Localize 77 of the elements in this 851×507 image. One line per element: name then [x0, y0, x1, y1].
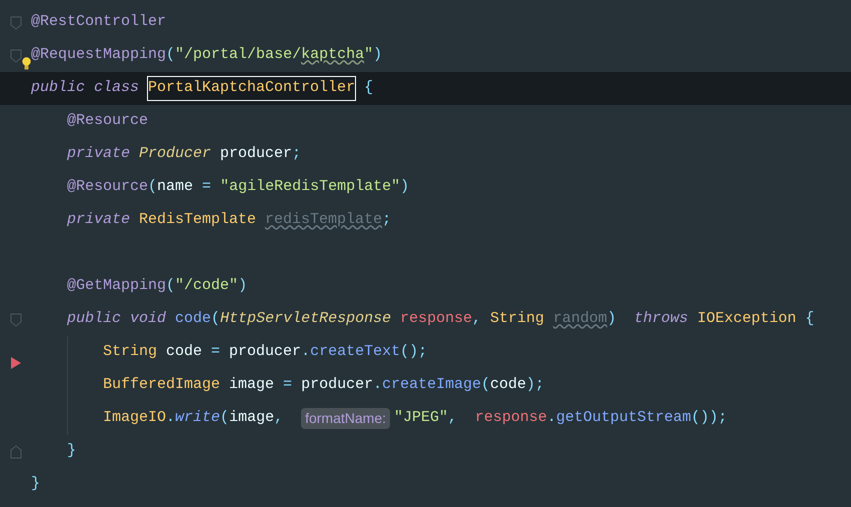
identifier-text: image [229, 408, 274, 428]
keyword-text: public void [67, 309, 168, 330]
punctuation-text: = [283, 375, 294, 396]
punctuation-text: ) [373, 45, 382, 66]
type-text: IOException [697, 309, 796, 330]
annotation-text: @Resource [67, 111, 148, 132]
punctuation-text: ( [166, 45, 176, 66]
type-text: RedisTemplate [139, 210, 258, 230]
punctuation-text: ) [400, 177, 410, 198]
punctuation-text: ( [148, 177, 158, 198]
unused-variable-text: redisTemplate [265, 210, 382, 230]
punctuation-text: (); [400, 342, 428, 362]
method-text: code [175, 309, 212, 330]
fold-icon[interactable] [10, 16, 22, 30]
annotation-text: @RequestMapping [31, 45, 166, 66]
identifier-text: image [229, 375, 276, 396]
identifier-text: name [157, 177, 194, 198]
punctuation-text: , [472, 309, 482, 330]
lightbulb-icon[interactable] [22, 57, 31, 70]
string-text: "/portal/base/ [175, 45, 302, 66]
punctuation-text: , [448, 408, 458, 428]
identifier-text: producer [229, 342, 302, 362]
punctuation-text: . [301, 342, 310, 362]
method-text: createText [310, 342, 400, 362]
type-text: String [490, 309, 546, 330]
punctuation-text: } [67, 441, 76, 462]
method-text: createImage [382, 375, 482, 396]
class-name-text: PortalKaptchaController [148, 77, 356, 100]
string-text: "/code" [175, 276, 238, 296]
punctuation-text: = [202, 177, 212, 198]
type-text: BufferedImage [103, 375, 222, 396]
fold-icon[interactable] [10, 313, 22, 327]
identifier-text: producer [219, 144, 292, 164]
parameter-hint: formatName: [301, 408, 390, 429]
type-text: Producer [139, 144, 212, 164]
string-text: " [364, 45, 374, 66]
punctuation-text: , [274, 408, 284, 428]
annotation-text: @Resource [67, 177, 148, 198]
parameter-text: response [399, 309, 472, 330]
punctuation-text: ) [238, 276, 248, 296]
punctuation-text: ()); [691, 408, 728, 428]
string-text: "JPEG" [394, 408, 448, 428]
punctuation-text: . [547, 408, 556, 428]
punctuation-text: ) [607, 309, 618, 330]
punctuation-text: ); [526, 375, 544, 396]
unused-variable-text: random [553, 309, 608, 330]
punctuation-text: ; [382, 210, 392, 230]
punctuation-text: ( [166, 276, 176, 296]
type-text: String [103, 342, 158, 362]
string-text: "agileRedisTemplate" [220, 177, 400, 198]
keyword-text: throws [634, 309, 690, 330]
fold-icon[interactable] [10, 445, 22, 459]
type-text: ImageIO [103, 408, 166, 428]
string-text: kaptcha [301, 45, 364, 66]
keyword-text: public class [31, 78, 140, 98]
punctuation-text: ( [211, 309, 220, 330]
punctuation-text: ; [292, 144, 302, 164]
punctuation-text: { [363, 78, 374, 98]
method-text: write [175, 408, 220, 428]
keyword-text: private [67, 210, 132, 230]
punctuation-text: ( [481, 375, 490, 396]
arrow-icon[interactable] [10, 357, 22, 369]
annotation-text: @RestController [31, 12, 166, 32]
punctuation-text: ( [220, 408, 230, 428]
punctuation-text: . [373, 375, 382, 396]
type-text: HttpServletResponse [220, 309, 392, 330]
identifier-text: code [490, 375, 526, 396]
parameter-text: response [475, 408, 548, 428]
punctuation-text: { [804, 309, 814, 330]
method-text: getOutputStream [556, 408, 692, 428]
annotation-text: @GetMapping [67, 276, 166, 296]
punctuation-text: . [166, 408, 176, 428]
identifier-text: code [166, 342, 204, 362]
keyword-text: private [67, 144, 132, 164]
punctuation-text: } [31, 474, 40, 494]
identifier-text: producer [301, 375, 374, 396]
punctuation-text: = [211, 342, 222, 362]
